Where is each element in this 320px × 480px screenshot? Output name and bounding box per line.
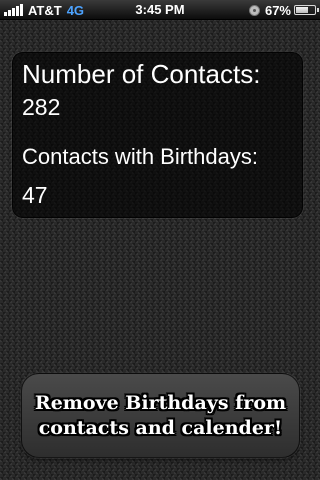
rotation-lock-icon bbox=[248, 4, 260, 16]
birthdays-count-value: 47 bbox=[22, 182, 48, 208]
battery-icon bbox=[294, 5, 319, 15]
contacts-count-label: Number of Contacts: bbox=[22, 59, 261, 89]
battery-percent: 67% bbox=[264, 2, 291, 18]
remove-button-line2: contacts and calender! bbox=[38, 416, 283, 439]
remove-button-line1: Remove Birthdays from bbox=[34, 391, 287, 414]
contacts-info-panel: Number of Contacts: 282 Contacts with Bi… bbox=[12, 52, 303, 218]
birthdays-count-label: Contacts with Birthdays: bbox=[22, 144, 258, 169]
battery-fill bbox=[296, 7, 309, 13]
status-bar: AT&T 4G 3:45 PM 67% bbox=[0, 0, 320, 20]
remove-birthdays-button[interactable]: Remove Birthdays from contacts and calen… bbox=[21, 373, 300, 458]
contacts-count-value: 282 bbox=[22, 94, 61, 120]
status-right: 67% bbox=[248, 2, 319, 18]
